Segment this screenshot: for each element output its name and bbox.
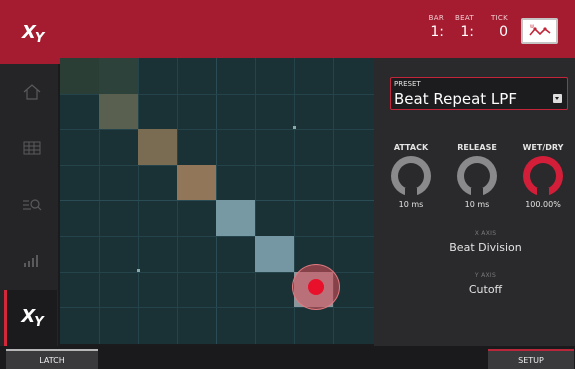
sidebar-item-home[interactable] [5,64,58,120]
header-bar: XY BAR 1: BEAT 1: TICK 0 W [0,0,575,64]
beat-label: BEAT [455,14,474,22]
sidebar: XY [0,64,58,346]
tick-label: TICK [490,14,508,22]
pad-cell-highlight [177,165,216,200]
grid-line [60,236,374,237]
sidebar-item-xy[interactable]: XY [4,290,57,346]
attack-knob[interactable] [391,156,431,198]
x-axis-value: Beat Division [449,241,522,254]
x-axis-label: X AXIS [474,230,497,237]
logo-sub-letter: Y [34,31,44,46]
pad-cell-highlight [99,94,138,129]
pad-cell-highlight [216,200,255,236]
svg-text:W: W [530,24,534,29]
touch-point[interactable] [308,279,324,295]
grid-line [60,165,374,166]
xy-icon: XY [21,306,43,330]
grid-line [60,129,374,130]
attack-value: 10 ms [398,200,424,209]
sidebar-item-search[interactable] [5,176,58,232]
sidebar-item-levels[interactable] [5,232,58,288]
xy-icon-sub: Y [34,315,43,330]
grid-line [177,58,178,344]
preset-value: Beat Repeat LPF [394,90,517,108]
bar-counter: BAR 1: [420,14,444,40]
release-knob[interactable] [457,156,497,198]
beat-counter: BEAT 1: [450,14,474,40]
automation-curve-icon: W [529,24,551,36]
y-axis-label: Y AXIS [474,272,497,279]
preset-label: PRESET [394,80,421,88]
wet-dry-value: 100.00% [525,200,561,209]
tick-value: 0 [499,24,508,40]
release-value: 10 ms [464,200,490,209]
latch-button[interactable]: LATCH [6,349,98,369]
grid-line [255,58,256,344]
pad-cell-highlight [60,58,99,94]
sidebar-item-grid[interactable] [5,120,58,176]
knob-gap [537,188,549,198]
y-axis-value: Cutoff [468,283,503,296]
tick-counter: TICK 0 [486,14,508,40]
grid-line [138,58,139,344]
setup-button[interactable]: SETUP [488,349,574,369]
pad-cell-highlight [99,58,138,94]
grid-icon [23,141,40,155]
attack-label: ATTACK [393,143,429,152]
wet-dry-knob[interactable] [523,156,563,198]
preset-selector[interactable]: PRESET Beat Repeat LPF [390,77,568,110]
beat-value: 1: [460,24,474,40]
pad-cell-highlight [255,236,294,272]
logo-main-letter: X [22,22,36,43]
xy-icon-main: X [21,306,35,327]
knob-gap [471,188,483,198]
automation-button[interactable]: W [521,18,558,44]
search-settings-icon [22,199,41,211]
bar-value: 1: [430,24,444,40]
release-label: RELEASE [457,143,497,152]
pad-cell-highlight [138,129,177,165]
home-icon [23,84,40,100]
level-bars-icon [23,255,38,267]
wet-dry-label: WET/DRY [522,143,564,152]
bar-label: BAR [428,14,444,22]
parameter-panel: PRESET Beat Repeat LPF ATTACK 10 ms RELE… [374,58,575,346]
dropdown-arrow-icon [553,94,562,103]
xy-logo: XY [22,22,44,46]
xy-pad[interactable] [60,58,374,344]
grid-marker [137,269,140,272]
grid-marker [293,126,296,129]
footer-bar: LATCH SETUP [0,346,575,369]
knob-gap [405,188,417,198]
